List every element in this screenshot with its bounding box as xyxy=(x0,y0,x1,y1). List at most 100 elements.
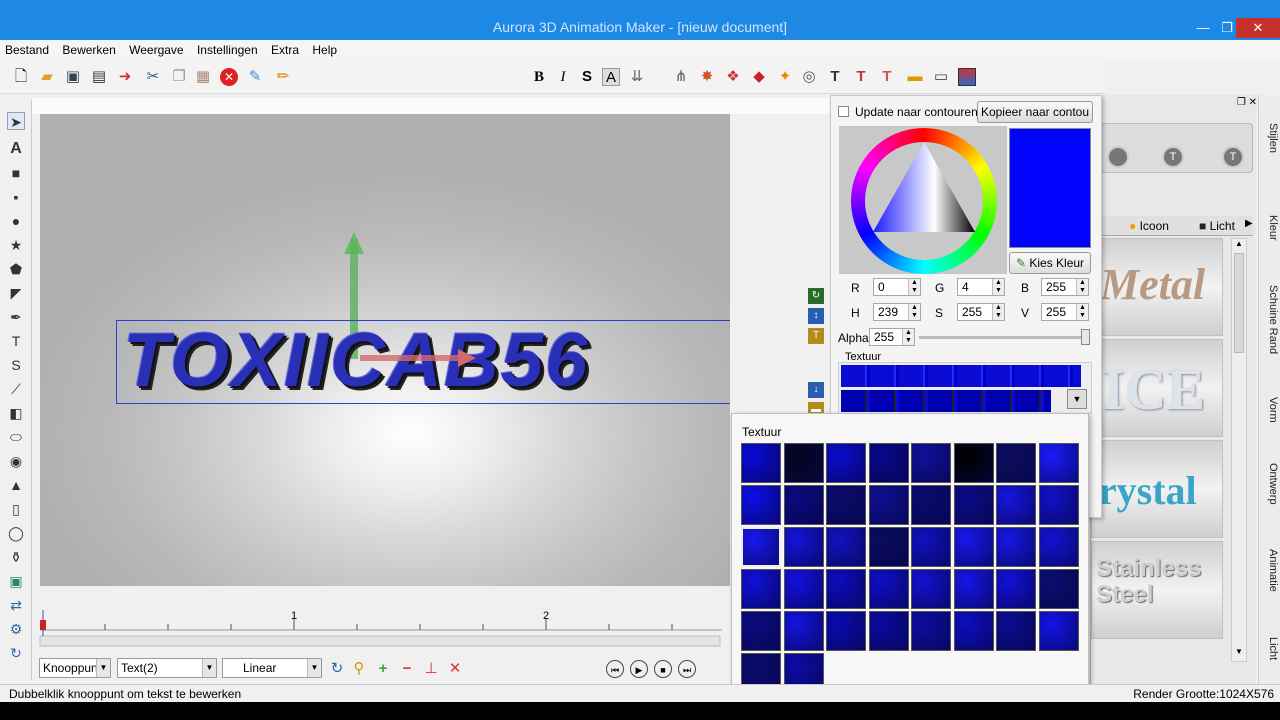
texture-swatch[interactable] xyxy=(868,611,909,651)
texture-swatch[interactable] xyxy=(953,527,994,567)
texture-dropdown-icon[interactable]: ▼ xyxy=(1067,389,1087,409)
texture-swatch[interactable] xyxy=(826,611,866,651)
tube-shape-icon[interactable]: ▯ xyxy=(7,500,25,518)
move-tool-icon[interactable]: ⇄ xyxy=(7,596,25,614)
b-field[interactable]: 255 ▲ ▼ xyxy=(1041,278,1089,296)
forward-icon[interactable]: ⏭ xyxy=(678,660,696,678)
menu-bewerken[interactable]: Bewerken xyxy=(57,40,120,60)
background-icon[interactable] xyxy=(958,68,976,86)
cube-shape-icon[interactable]: ◧ xyxy=(7,404,25,422)
texture-swatch[interactable] xyxy=(911,527,951,567)
texture-swatch[interactable] xyxy=(1038,443,1079,483)
add-node-icon[interactable]: + xyxy=(374,660,392,678)
brush-icon[interactable]: ✎ xyxy=(246,68,264,86)
side-tab-vorm[interactable]: Vorm xyxy=(1261,397,1279,423)
tab-licht[interactable]: ■ Licht xyxy=(1199,219,1245,233)
interpolation-select[interactable]: Linear ▼ xyxy=(222,658,322,678)
orbit-tool-icon[interactable]: ↻ xyxy=(7,644,25,662)
pen-tool-icon[interactable]: ✒ xyxy=(7,308,25,326)
timeline[interactable]: 1 2 xyxy=(32,596,732,656)
texture-swatch[interactable] xyxy=(911,443,951,483)
remove-node-icon[interactable]: − xyxy=(398,660,416,678)
split-node-icon[interactable]: ⊥ xyxy=(422,660,440,678)
texture-swatch[interactable] xyxy=(783,527,824,567)
minimize-button[interactable]: — xyxy=(1188,18,1218,38)
paint-icon[interactable]: ✦ xyxy=(776,68,794,86)
italic-button[interactable]: I xyxy=(554,68,572,86)
pentagon-tool-icon[interactable]: ⬟ xyxy=(7,260,25,278)
texture-swatch[interactable] xyxy=(741,569,781,609)
pick-color-button[interactable]: ✎ Kies Kleur xyxy=(1009,252,1091,274)
cylinder-shape-icon[interactable]: ⬭ xyxy=(7,428,25,446)
texture-swatch[interactable] xyxy=(911,485,951,525)
menu-help[interactable]: Help xyxy=(307,40,342,60)
texture-swatch[interactable] xyxy=(783,611,824,651)
scroll-down-icon[interactable]: ▼ xyxy=(1232,647,1246,661)
x-axis-handle[interactable] xyxy=(458,349,476,367)
bold-button[interactable]: B xyxy=(530,68,548,86)
scroll-thumb[interactable] xyxy=(1234,253,1244,353)
texture-swatch[interactable] xyxy=(741,485,781,525)
pencil-icon[interactable]: ✏ xyxy=(274,68,292,86)
cubes-icon[interactable]: ❖ xyxy=(724,68,742,86)
rounded-rect-tool-icon[interactable]: ▪ xyxy=(7,188,25,206)
play-icon[interactable]: ▶ xyxy=(630,660,648,678)
texture-swatch[interactable] xyxy=(783,485,824,525)
torus-shape-icon[interactable]: ◯ xyxy=(7,524,25,542)
3d-viewport[interactable]: TOXIICAB56 xyxy=(40,114,730,586)
banner-tool-icon[interactable]: ◤ xyxy=(7,284,25,302)
circle-tool-icon[interactable]: ● xyxy=(7,212,25,230)
style-thumb-metal[interactable]: Metal xyxy=(1091,238,1223,336)
close-button[interactable]: ✕ xyxy=(1236,18,1280,38)
texture-swatch[interactable] xyxy=(826,485,866,525)
explode-icon[interactable]: ✸ xyxy=(698,68,716,86)
h-field[interactable]: 239 ▲ ▼ xyxy=(873,303,921,321)
settings-tool-icon[interactable]: ⚙ xyxy=(7,620,25,638)
texture-swatch[interactable] xyxy=(741,443,781,483)
rotate-icon[interactable]: ◎ xyxy=(800,68,818,86)
export-icon[interactable]: ➜ xyxy=(116,68,134,86)
mini-down-icon[interactable]: ↓ xyxy=(808,382,824,398)
v-field[interactable]: 255 ▲ ▼ xyxy=(1041,303,1089,321)
mini-text-icon[interactable]: T xyxy=(808,328,824,344)
style-thumb-crystal[interactable]: Crystal xyxy=(1091,440,1223,538)
side-tab-licht[interactable]: Licht xyxy=(1261,637,1279,660)
r-field[interactable]: 0 ▲ ▼ xyxy=(873,278,921,296)
x-axis-gizmo[interactable] xyxy=(360,355,460,361)
text-box-tool-icon[interactable]: T xyxy=(7,332,25,350)
texture-swatch[interactable] xyxy=(996,527,1036,567)
style-thumb-steel[interactable]: Stainless Steel xyxy=(1091,541,1223,639)
new-file-icon[interactable]: 🗋 xyxy=(12,68,30,86)
menu-extra[interactable]: Extra xyxy=(266,40,304,60)
texture-row-1[interactable] xyxy=(841,365,1081,387)
update-contours-checkbox[interactable] xyxy=(838,106,849,117)
texture-swatch[interactable] xyxy=(996,443,1036,483)
texture-swatch[interactable] xyxy=(953,485,994,525)
texture-strip[interactable]: ▼ xyxy=(838,362,1092,414)
texture-swatch[interactable] xyxy=(783,443,824,483)
color-wheel-area[interactable] xyxy=(839,126,1007,274)
close-panel-icon[interactable]: ✕ xyxy=(1249,97,1257,108)
g-field[interactable]: 4 ▲ ▼ xyxy=(957,278,1005,296)
text-tool-icon[interactable]: A xyxy=(7,140,25,158)
texture-row-2[interactable] xyxy=(841,390,1051,412)
menu-weergave[interactable]: Weergave xyxy=(124,40,188,60)
node-select[interactable]: Knooppunt ▼ xyxy=(39,658,111,678)
texture-swatch[interactable] xyxy=(1038,527,1079,567)
stop-icon[interactable]: ■ xyxy=(654,660,672,678)
open-folder-icon[interactable]: ▰ xyxy=(38,68,56,86)
preset-circle-icon[interactable] xyxy=(1107,146,1129,168)
side-tab-animatie[interactable]: Animatie xyxy=(1261,549,1279,592)
cube-icon[interactable]: ◆ xyxy=(750,68,768,86)
preset-t-icon[interactable]: T xyxy=(1162,146,1184,168)
side-tab-schuine-rand[interactable]: Schuine Rand xyxy=(1261,285,1279,354)
sphere-shape-icon[interactable]: ◉ xyxy=(7,452,25,470)
texture-swatch[interactable] xyxy=(953,443,994,483)
folder-icon[interactable]: ▬ xyxy=(906,68,924,86)
star-tool-icon[interactable]: ★ xyxy=(7,236,25,254)
copy-to-contours-button[interactable]: Kopieer naar contou xyxy=(977,101,1093,123)
texture-swatch[interactable] xyxy=(741,611,781,651)
mini-rotate-icon[interactable]: ↻ xyxy=(808,288,824,304)
menu-instellingen[interactable]: Instellingen xyxy=(192,40,263,60)
rewind-icon[interactable]: ⏮ xyxy=(606,660,624,678)
